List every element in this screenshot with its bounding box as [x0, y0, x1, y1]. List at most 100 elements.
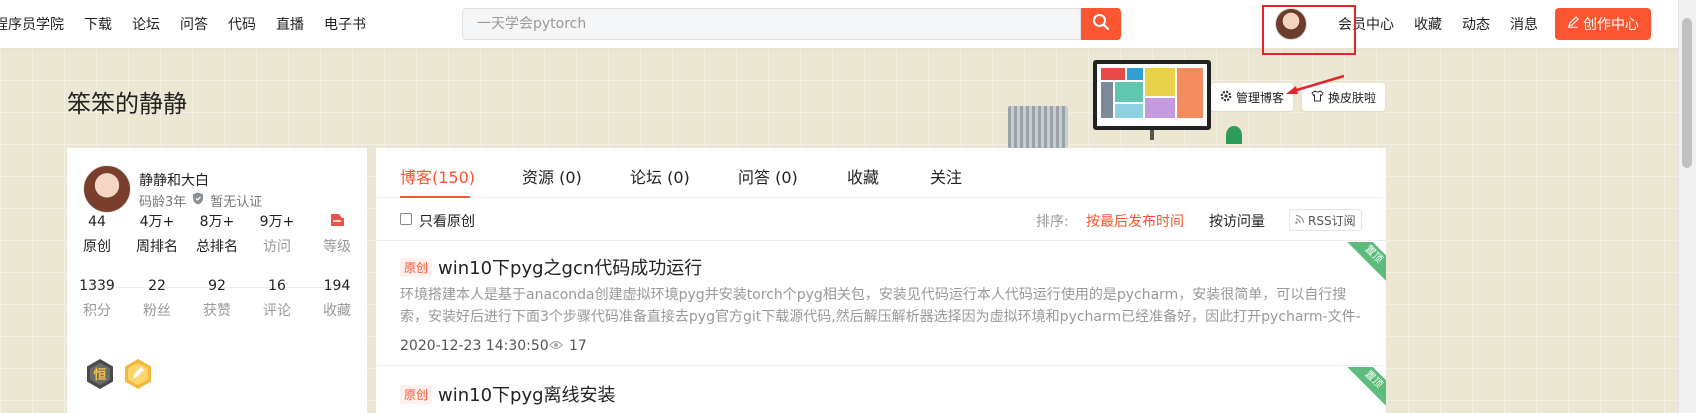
only-original-label[interactable]: 只看原创 — [419, 211, 475, 231]
stat-value: 1339 — [79, 278, 115, 294]
blog-title: 笨笨的静静 — [67, 90, 187, 118]
profile-meta: 码龄3年 暂无认证 — [139, 191, 262, 210]
active-tab-indicator — [400, 196, 470, 198]
stat-total-rank[interactable]: 8万+ 总排名 — [187, 212, 247, 256]
stat-visits[interactable]: 9万+ 访问 — [247, 212, 307, 256]
article-item[interactable]: 原创 win10下pyg之gcn代码成功运行 环境搭建本人是基于anaconda… — [376, 242, 1386, 366]
pen-icon — [1567, 16, 1579, 32]
stat-label: 原创 — [83, 239, 111, 255]
search-icon — [1092, 13, 1110, 35]
rss-label: RSS订阅 — [1308, 213, 1356, 228]
original-tag: 原创 — [400, 385, 433, 404]
create-center-label: 创作中心 — [1583, 17, 1639, 33]
manage-blog-button[interactable]: 管理博客 — [1211, 83, 1294, 111]
pinned-corner-badge: 置顶 — [1341, 367, 1386, 412]
tab-qa[interactable]: 问答 (0) — [738, 164, 798, 188]
manage-blog-label: 管理博客 — [1236, 90, 1285, 105]
profile-avatar[interactable] — [83, 165, 131, 213]
sort-by-visits[interactable]: 按访问量 — [1209, 211, 1265, 231]
stat-label: 积分 — [83, 303, 111, 319]
stat-value: 92 — [208, 278, 226, 294]
stat-original[interactable]: 44 原创 — [67, 212, 127, 256]
nav-link-download[interactable]: 下载 — [84, 14, 112, 34]
search-input[interactable]: 一天学会pytorch — [462, 8, 1081, 40]
badge-text: 恒 — [93, 367, 106, 383]
monitor-stand — [1150, 130, 1154, 140]
stat-fans[interactable]: 22 粉丝 — [127, 276, 187, 320]
original-tag: 原创 — [400, 258, 433, 277]
tab-favorites[interactable]: 收藏 — [847, 164, 879, 188]
sort-by-time[interactable]: 按最后发布时间 — [1086, 211, 1184, 231]
nav-link-code[interactable]: 代码 — [228, 14, 256, 34]
stat-label: 收藏 — [323, 303, 351, 319]
stat-value: 22 — [148, 278, 166, 294]
nav-link-ebook[interactable]: 电子书 — [324, 14, 366, 34]
monitor-illustration — [1093, 60, 1211, 130]
stat-value: 194 — [323, 278, 351, 294]
nav-link-live[interactable]: 直播 — [276, 14, 304, 34]
view-count: 17 — [569, 338, 587, 354]
stat-favorites[interactable]: 194 收藏 — [307, 276, 367, 320]
tab-resources[interactable]: 资源 (0) — [522, 164, 582, 188]
stat-label: 获赞 — [203, 303, 231, 319]
annotation-arrow — [1286, 74, 1345, 94]
article-item[interactable]: 原创 win10下pyg离线安装 置顶 — [376, 367, 1386, 413]
tab-forum[interactable]: 论坛 (0) — [630, 164, 690, 188]
rss-icon — [1295, 213, 1305, 227]
stat-value: 16 — [268, 278, 286, 294]
stat-points[interactable]: 1339 积分 — [67, 276, 127, 320]
stat-value: 8万+ — [199, 214, 235, 230]
stat-label: 周排名 — [136, 239, 178, 255]
stats-row-1: 44 原创 4万+ 周排名 8万+ 总排名 9万+ 访问 等级 — [67, 212, 367, 256]
stat-label: 等级 — [323, 239, 351, 255]
nav-links: 程序员学院 下载 论坛 问答 代码 直播 电子书 — [0, 0, 386, 48]
favorites-link[interactable]: 收藏 — [1414, 14, 1442, 34]
top-nav-bar: 程序员学院 下载 论坛 问答 代码 直播 电子书 一天学会pytorch 会员中… — [0, 0, 1696, 48]
coding-years: 码龄3年 — [139, 195, 187, 210]
article-date: 2020-12-23 14:30:50 — [400, 338, 549, 354]
user-links: 会员中心 收藏 动态 消息 — [1338, 0, 1558, 48]
nav-link-qa[interactable]: 问答 — [180, 14, 208, 34]
tab-following[interactable]: 关注 — [930, 164, 962, 188]
certification-status: 暂无认证 — [210, 195, 263, 210]
profile-card: 静静和大白 码龄3年 暂无认证 44 原创 4万+ 周排名 8万+ 总排名 9万+ 访问… — [67, 148, 367, 413]
server-illustration — [1008, 106, 1068, 148]
stat-value: 4万+ — [139, 214, 175, 230]
stat-label: 评论 — [263, 303, 291, 319]
article-title[interactable]: win10下pyg之gcn代码成功运行 — [438, 254, 702, 280]
scrollbar-thumb[interactable] — [1682, 18, 1692, 168]
profile-name[interactable]: 静静和大白 — [139, 170, 209, 190]
nav-link-college[interactable]: 程序员学院 — [0, 14, 64, 34]
main-content: 博客(150) 资源 (0) 论坛 (0) 问答 (0) 收藏 关注 只看原创 … — [376, 148, 1386, 413]
messages-link[interactable]: 消息 — [1510, 14, 1538, 34]
article-summary: 环境搭建本人是基于anaconda创建虚拟环境pyg并安装torch个pyg相关… — [400, 287, 1361, 325]
stats-row-2: 1339 积分 22 粉丝 92 获赞 16 评论 194 收藏 — [67, 276, 367, 320]
plant-illustration — [1226, 126, 1242, 144]
rss-button[interactable]: RSS订阅 — [1289, 209, 1362, 231]
content-tabs: 博客(150) 资源 (0) 论坛 (0) 问答 (0) 收藏 关注 — [376, 148, 1386, 198]
sort-label: 排序: — [1036, 214, 1069, 230]
stat-label: 粉丝 — [143, 303, 171, 319]
stat-likes[interactable]: 92 获赞 — [187, 276, 247, 320]
tab-blog[interactable]: 博客(150) — [400, 164, 475, 188]
stat-comments[interactable]: 16 评论 — [247, 276, 307, 320]
stat-value: 9万+ — [259, 214, 295, 230]
pinned-corner-badge: 置顶 — [1341, 242, 1386, 287]
only-original-checkbox[interactable] — [400, 213, 412, 225]
create-center-button[interactable]: 创作中心 — [1555, 8, 1651, 40]
activity-link[interactable]: 动态 — [1462, 14, 1490, 34]
gear-icon — [1220, 90, 1232, 105]
persistence-badge-icon[interactable]: 恒 — [84, 358, 116, 390]
shield-icon — [192, 192, 204, 209]
writer-badge-icon[interactable] — [122, 358, 154, 390]
stat-weekly-rank[interactable]: 4万+ 周排名 — [127, 212, 187, 256]
stat-level[interactable]: 等级 — [307, 212, 367, 256]
stat-label: 访问 — [263, 239, 291, 255]
search-button[interactable] — [1081, 8, 1121, 40]
eye-icon — [549, 338, 563, 354]
nav-link-forum[interactable]: 论坛 — [132, 14, 160, 34]
article-title[interactable]: win10下pyg离线安装 — [438, 381, 616, 407]
stat-value: 44 — [88, 214, 106, 230]
article-views: 17 — [549, 338, 587, 354]
annotation-highlight-box — [1262, 5, 1356, 55]
